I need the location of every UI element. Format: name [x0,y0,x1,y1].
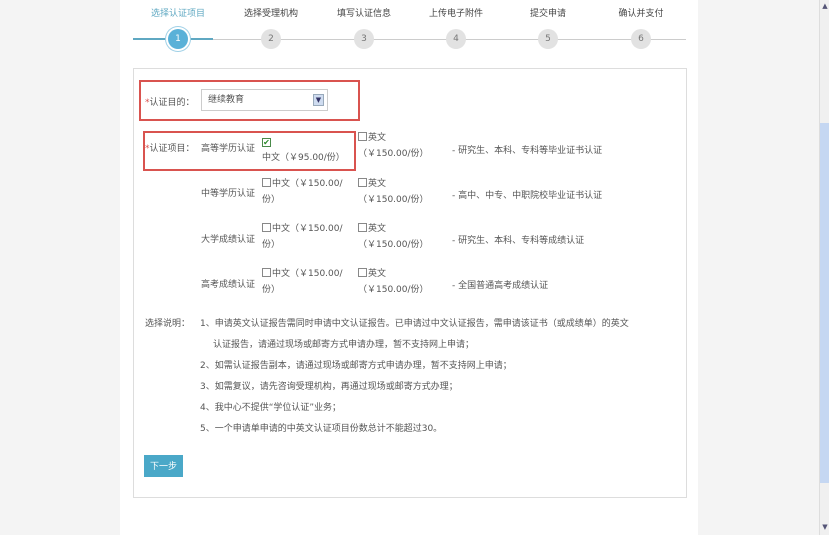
notes-label: 选择说明： [145,319,191,329]
item-desc: - 研究生、本科、专科等成绩认证 [452,236,585,246]
option-en[interactable]: 英文（￥150.00/份） [358,221,438,253]
option-zh-label: 中文（￥150.00/份） [262,224,343,250]
note-line: 2、如需认证报告副本，请通过现场或邮寄方式申请办理，暂不支持网上申请； [200,361,512,371]
option-en-label: 英文（￥150.00/份） [358,224,429,250]
progress-steps: 选择认证项目 1 选择受理机构 2 填写认证信息 3 上传电子附件 4 提交申请 5 确认… [133,0,686,60]
item-name: 中等学历认证 [201,189,256,199]
purpose-label: *认证目的： [145,95,195,108]
scroll-down-icon[interactable]: ▼ [820,523,829,533]
step-label: 选择认证项目 [150,9,205,19]
step-3: 填写认证信息 3 [319,0,409,49]
checkbox-icon[interactable] [262,223,271,232]
note-line: 5、一个申请单申请的中英文认证项目份数总计不能超过30。 [200,424,443,434]
step-label: 填写认证信息 [336,9,391,19]
option-zh[interactable]: ✔ 中文（￥95.00/份） [262,134,354,166]
checkbox-icon[interactable] [358,268,367,277]
step-6: 确认并支付 6 [596,0,686,49]
step-4: 上传电子附件 4 [411,0,501,49]
step-number: 5 [538,29,558,49]
purpose-select[interactable]: 继续教育 ▼ [201,89,328,111]
scrollbar-thumb[interactable] [820,123,829,483]
option-en[interactable]: 英文（￥150.00/份） [358,130,438,162]
next-step-button[interactable]: 下一步 [144,455,183,477]
item-name: 高等学历认证 [201,144,256,154]
purpose-select-value: 继续教育 [208,95,245,105]
option-en-label: 英文（￥150.00/份） [358,179,429,205]
step-label: 选择受理机构 [243,9,298,19]
step-label: 确认并支付 [618,9,664,19]
option-zh[interactable]: 中文（￥150.00/份） [262,266,344,298]
step-number: 6 [631,29,651,49]
option-zh[interactable]: 中文（￥150.00/份） [262,176,344,208]
option-en-label: 英文（￥150.00/份） [358,133,429,159]
option-zh-label: 中文（￥150.00/份） [262,269,343,295]
items-label-text: 认证项目： [149,144,195,154]
step-label: 上传电子附件 [428,9,483,19]
items-label: *认证项目： [145,141,195,154]
chevron-down-icon[interactable]: ▼ [313,94,324,106]
vertical-scrollbar[interactable]: ▲ ▼ [819,0,829,535]
step-number: 1 [168,29,188,49]
option-zh-label: 中文（￥95.00/份） [262,153,345,163]
note-line: 4、我中心不提供“学位认证”业务； [200,403,342,413]
checkbox-icon[interactable] [358,132,367,141]
item-desc: - 全国普通高考成绩认证 [452,281,549,291]
item-name: 高考成绩认证 [201,280,256,290]
item-name: 大学成绩认证 [201,235,256,245]
option-en[interactable]: 英文（￥150.00/份） [358,266,438,298]
note-line: 认证报告，请通过现场或邮寄方式申请办理，暂不支持网上申请； [213,340,475,350]
step-number: 3 [354,29,374,49]
note-line: 3、如需复议，请先咨询受理机构，再通过现场或邮寄方式办理； [200,382,458,392]
checkbox-icon[interactable] [262,178,271,187]
checkbox-icon[interactable] [358,223,367,232]
purpose-label-text: 认证目的： [149,98,195,108]
option-en-label: 英文（￥150.00/份） [358,269,429,295]
step-label: 提交申请 [529,9,566,19]
option-zh[interactable]: 中文（￥150.00/份） [262,221,344,253]
checkbox-icon[interactable] [262,268,271,277]
checkbox-icon[interactable] [358,178,367,187]
step-number: 2 [261,29,281,49]
checkbox-checked-icon[interactable]: ✔ [262,138,271,147]
note-line: 1、申请英文认证报告需同时申请中文认证报告。已申请过中文认证报告，需申请该证书（… [200,319,629,329]
step-5: 提交申请 5 [503,0,593,49]
step-2: 选择受理机构 2 [226,0,316,49]
step-1: 选择认证项目 1 [133,0,223,49]
item-desc: - 研究生、本科、专科等毕业证书认证 [452,146,603,156]
step-number: 4 [446,29,466,49]
option-en[interactable]: 英文（￥150.00/份） [358,176,438,208]
scroll-up-icon[interactable]: ▲ [820,2,829,12]
option-zh-label: 中文（￥150.00/份） [262,179,343,205]
item-desc: - 高中、中专、中职院校毕业证书认证 [452,191,603,201]
